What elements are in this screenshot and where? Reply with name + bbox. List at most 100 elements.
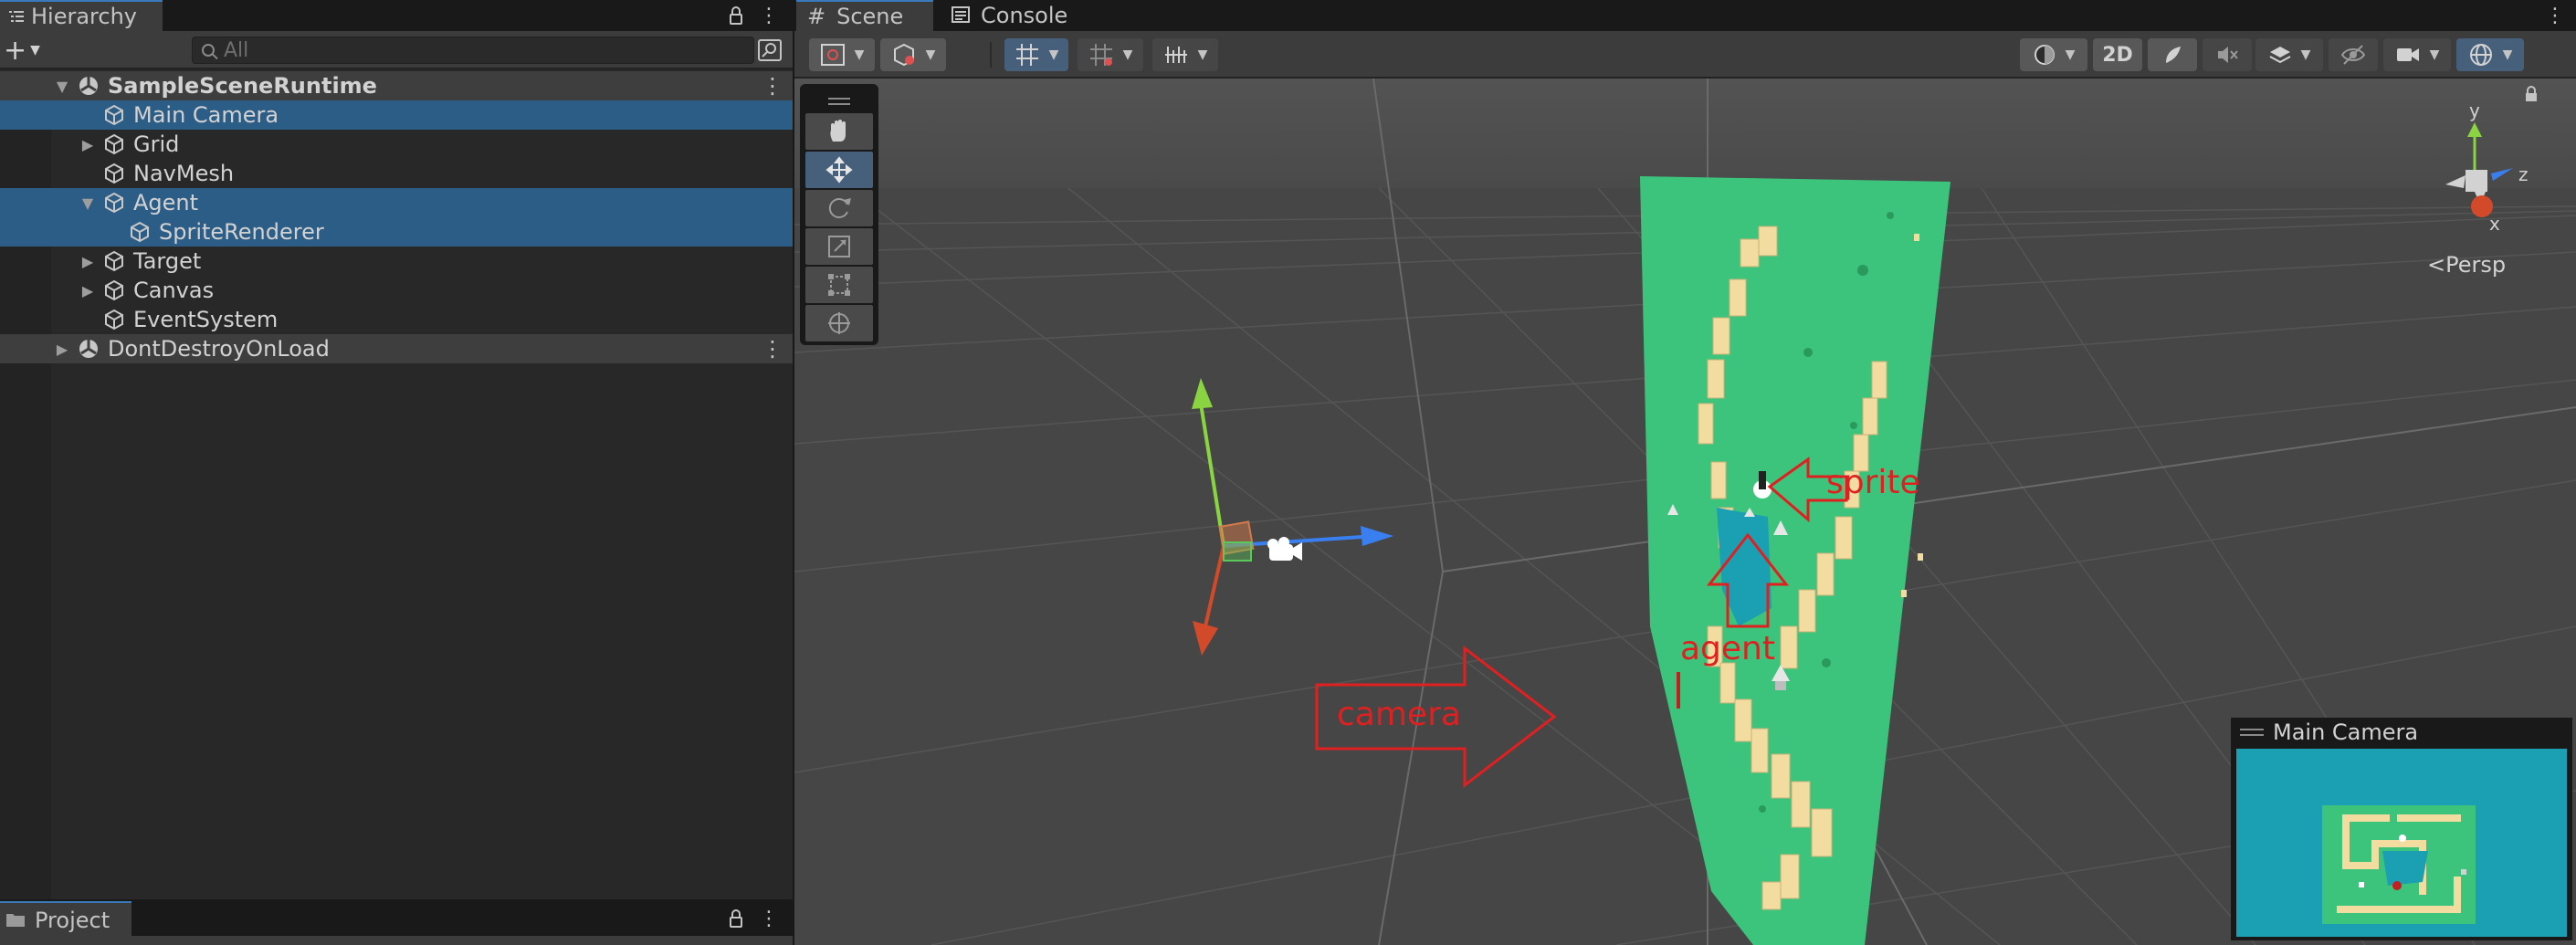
- project-panel: Project ⋮: [0, 899, 794, 945]
- annotation-camera: camera: [1337, 696, 1461, 733]
- rect-tool-icon: [828, 274, 850, 296]
- grip-icon: [2240, 729, 2264, 736]
- grid-snap-toggle[interactable]: ▼: [1004, 38, 1068, 71]
- camera-preview-overlay[interactable]: Main Camera: [2231, 718, 2572, 940]
- expand-arrow-icon[interactable]: ▼: [79, 194, 97, 212]
- tree-label-target: Target: [133, 248, 202, 274]
- mode-2d-label: 2D: [2102, 43, 2133, 67]
- shading-mode-dropdown[interactable]: ▼: [2020, 38, 2087, 71]
- scale-tool-icon: [828, 236, 850, 257]
- gizmo-center-cube[interactable]: [2466, 170, 2487, 192]
- increment-snap-icon: [1089, 44, 1112, 66]
- transform-tool[interactable]: [805, 305, 873, 341]
- draw-mode-icon: [820, 44, 845, 66]
- visibility-toggle[interactable]: [2329, 38, 2378, 71]
- audio-mute-icon: [2218, 47, 2238, 63]
- tree-row-agent[interactable]: ▼ Agent: [0, 188, 793, 217]
- audio-toggle[interactable]: [2203, 38, 2252, 71]
- hierarchy-tree: ▼ SampleSceneRuntime ⋮ Main Camera ▶ Gri…: [0, 71, 793, 899]
- scale-tool[interactable]: [805, 228, 873, 265]
- chevron-down-icon: ▼: [854, 47, 865, 62]
- move-tool-icon: [825, 156, 853, 184]
- rotate-tool[interactable]: [805, 190, 873, 226]
- gameobject-cube-icon: [102, 162, 126, 185]
- tree-label-agent: Agent: [133, 190, 199, 215]
- projection-toggle[interactable]: <Persp: [2427, 252, 2506, 278]
- kebab-menu-icon[interactable]: ⋮: [756, 905, 782, 932]
- chevron-down-icon: ▼: [1048, 47, 1059, 62]
- kebab-menu-icon[interactable]: ⋮: [756, 2, 782, 29]
- tab-console[interactable]: Console: [941, 0, 1078, 31]
- tab-hierarchy[interactable]: Hierarchy: [0, 0, 163, 31]
- tree-label-dontdestroyonload: DontDestroyOnLoad: [108, 336, 330, 362]
- tree-row-scene[interactable]: ▼ SampleSceneRuntime ⋮: [0, 71, 793, 100]
- orientation-gizmo[interactable]: y z x: [2402, 86, 2566, 268]
- tree-label-eventsystem: EventSystem: [133, 307, 279, 332]
- create-button[interactable]: + ▼: [4, 35, 51, 67]
- gizmo-y-label: y: [2469, 100, 2480, 121]
- expand-arrow-icon[interactable]: ▶: [79, 281, 97, 299]
- lighting-toggle[interactable]: [2148, 38, 2197, 71]
- expand-arrow-icon[interactable]: ▼: [53, 77, 71, 95]
- chevron-down-icon: ▼: [2502, 47, 2513, 62]
- scene-viewport[interactable]: sprite agent camera y z x <Persp Main Ca…: [794, 79, 2576, 945]
- search-field[interactable]: [192, 37, 754, 64]
- shaded-sphere-icon: [2034, 45, 2055, 65]
- gizmos-dropdown[interactable]: ▼: [2456, 38, 2524, 71]
- kebab-menu-icon[interactable]: ⋮: [762, 336, 783, 362]
- tree-label-grid: Grid: [133, 131, 180, 157]
- tree-row-eventsystem[interactable]: EventSystem: [0, 305, 793, 334]
- annotation-sprite: sprite: [1826, 464, 1920, 501]
- lock-icon[interactable]: [723, 905, 749, 932]
- tree-row-main-camera[interactable]: Main Camera: [0, 100, 793, 130]
- gizmos-globe-icon: [2469, 44, 2492, 66]
- expand-arrow-icon[interactable]: ▶: [79, 135, 97, 153]
- gizmo-y-cone[interactable]: [2467, 122, 2482, 137]
- lock-icon[interactable]: [723, 2, 749, 29]
- kebab-menu-icon[interactable]: ⋮: [762, 73, 783, 99]
- tree-row-grid[interactable]: ▶ Grid: [0, 130, 793, 159]
- camera-preview-header[interactable]: Main Camera: [2233, 719, 2571, 745]
- move-tool[interactable]: [805, 152, 873, 188]
- render-mode-dropdown[interactable]: ▼: [880, 38, 946, 71]
- gameobject-cube-icon: [102, 191, 126, 215]
- chevron-down-icon: ▼: [2300, 47, 2311, 62]
- increment-snap-dropdown[interactable]: ▼: [1078, 38, 1143, 71]
- tab-project-label: Project: [35, 908, 110, 933]
- hand-tool-icon: [830, 120, 846, 142]
- tree-row-target[interactable]: ▶ Target: [0, 247, 793, 276]
- tab-console-label: Console: [981, 3, 1068, 28]
- search-filter-button[interactable]: [754, 37, 785, 64]
- draw-mode-dropdown[interactable]: ▼: [809, 38, 875, 71]
- palette-grip[interactable]: [805, 89, 873, 113]
- hand-tool[interactable]: [805, 113, 873, 150]
- tree-row-canvas[interactable]: ▶ Canvas: [0, 276, 793, 305]
- expand-arrow-icon[interactable]: ▶: [79, 252, 97, 270]
- rect-tool[interactable]: [805, 267, 873, 303]
- tree-row-spriterenderer[interactable]: SpriteRenderer: [0, 217, 793, 247]
- gameobject-cube-icon: [102, 249, 126, 273]
- mode-2d-toggle[interactable]: 2D: [2093, 38, 2142, 71]
- lighting-icon: [2166, 47, 2181, 63]
- expand-arrow-icon[interactable]: ▶: [53, 340, 71, 358]
- tab-project[interactable]: Project: [0, 901, 131, 938]
- chevron-down-icon: ▼: [30, 43, 40, 58]
- transform-tool-icon: [828, 312, 850, 334]
- snap-settings-dropdown[interactable]: ▼: [1152, 38, 1218, 71]
- scene-camera-dropdown[interactable]: ▼: [2383, 38, 2451, 71]
- chevron-down-icon: ▼: [1122, 47, 1133, 62]
- lock-icon[interactable]: [2526, 86, 2537, 101]
- tab-scene-label: Scene: [836, 4, 904, 29]
- annotation-agent: agent: [1680, 630, 1775, 667]
- search-input[interactable]: [224, 38, 735, 62]
- tab-scene[interactable]: # Scene: [796, 0, 933, 31]
- tree-row-dontdestroyonload[interactable]: ▶ DontDestroyOnLoad ⋮: [0, 334, 793, 363]
- chevron-down-icon: ▼: [925, 47, 936, 62]
- tree-row-navmesh[interactable]: NavMesh: [0, 159, 793, 188]
- scene-tabbar: # Scene Console ⋮: [794, 0, 2576, 31]
- effects-dropdown[interactable]: ▼: [2255, 38, 2323, 71]
- gizmo-negx-cone[interactable]: [2445, 175, 2466, 188]
- gizmo-z-cone[interactable]: [2491, 168, 2513, 181]
- gameobject-cube-icon: [102, 132, 126, 156]
- kebab-menu-icon[interactable]: ⋮: [2542, 2, 2568, 29]
